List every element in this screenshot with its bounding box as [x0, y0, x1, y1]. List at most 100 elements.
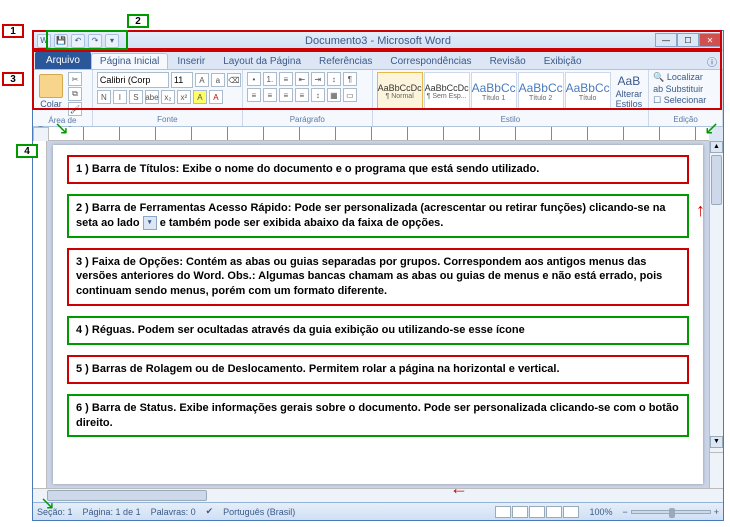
sort-icon[interactable]: ↕ — [327, 72, 341, 86]
status-words[interactable]: Palavras: 0 — [151, 507, 196, 517]
select-button[interactable]: ☐ Selecionar — [653, 95, 706, 106]
shrink-font-icon[interactable]: a — [211, 73, 225, 87]
tab-insert[interactable]: Inserir — [168, 53, 214, 69]
maximize-button[interactable]: ☐ — [677, 33, 699, 47]
scroll-up-icon[interactable]: ▲ — [710, 141, 723, 153]
multilevel-icon[interactable]: ≡ — [279, 72, 293, 86]
ribbon-tabs: Arquivo Página Inicial Inserir Layout da… — [33, 51, 723, 69]
style-heading2[interactable]: AaBbCcTítulo 2 — [518, 72, 564, 110]
italic-button[interactable]: I — [113, 90, 127, 104]
grow-font-icon[interactable]: A — [195, 73, 209, 87]
info-box-3: 3 ) Faixa de Opções: Contém as abas ou g… — [67, 248, 689, 307]
callout-1: 1 — [2, 24, 24, 38]
vscroll-thumb[interactable] — [711, 155, 722, 205]
show-marks-icon[interactable]: ¶ — [343, 72, 357, 86]
help-icon[interactable]: ⓘ — [707, 54, 717, 69]
clear-format-icon[interactable]: ⌫ — [227, 73, 241, 87]
view-outline-icon[interactable] — [546, 506, 562, 518]
browse-object-nav[interactable] — [710, 452, 723, 488]
status-bar[interactable]: Seção: 1 Página: 1 de 1 Palavras: 0 ✔ Po… — [33, 502, 723, 520]
group-paragraph: • 1. ≡ ⇤ ⇥ ↕ ¶ ≡ ≡ ≡ ≡ ↕ ▦ ▭ P — [243, 70, 373, 126]
status-spellcheck-icon[interactable]: ✔ — [206, 506, 214, 517]
shading-icon[interactable]: ▦ — [327, 88, 341, 102]
highlight-icon[interactable]: A — [193, 90, 207, 104]
view-draft-icon[interactable] — [563, 506, 579, 518]
horizontal-scrollbar[interactable] — [33, 489, 723, 502]
zoom-in-icon[interactable]: + — [714, 507, 719, 517]
align-justify-icon[interactable]: ≡ — [295, 88, 309, 102]
info-box-2: 2 ) Barra de Ferramentas Acesso Rápido: … — [67, 194, 689, 238]
word-window: W 💾 ↶ ↷ ▾ Documento3 - Microsoft Word — … — [32, 30, 724, 521]
style-title[interactable]: AaBbCcTítulo — [565, 72, 611, 110]
cut-icon[interactable]: ✂ — [68, 72, 82, 86]
arrow-vscroll: ↑ — [696, 200, 705, 221]
replace-button[interactable]: ab Substituir — [653, 84, 703, 94]
info-box-6: 6 ) Barra de Status. Exibe informações g… — [67, 394, 689, 438]
window-title: Documento3 - Microsoft Word — [33, 35, 723, 47]
align-left-icon[interactable]: ≡ — [247, 88, 261, 102]
vertical-ruler[interactable] — [33, 141, 47, 488]
arrow-hscroll: ← — [450, 478, 468, 499]
copy-icon[interactable]: ⧉ — [68, 87, 82, 101]
hscroll-thumb[interactable] — [47, 490, 207, 501]
indent-inc-icon[interactable]: ⇥ — [311, 72, 325, 86]
tab-layout[interactable]: Layout da Página — [214, 53, 310, 69]
group-font: Calibri (Corp 11 A a ⌫ N I S abe x₂ x² A… — [93, 70, 243, 126]
style-gallery[interactable]: AaBbCcDc¶ Normal AaBbCcDc¶ Sem Esp... Aa… — [377, 72, 611, 110]
style-normal[interactable]: AaBbCcDc¶ Normal — [377, 72, 423, 110]
tab-view[interactable]: Exibição — [535, 53, 591, 69]
font-family-combo[interactable]: Calibri (Corp — [97, 72, 169, 88]
arrow-ruler-toggle: ↙ — [704, 118, 719, 139]
info-box-5: 5 ) Barras de Rolagem ou de Deslocamento… — [67, 355, 689, 384]
numbering-icon[interactable]: 1. — [263, 72, 277, 86]
view-fullscreen-icon[interactable] — [512, 506, 528, 518]
status-language[interactable]: Português (Brasil) — [223, 507, 295, 517]
info-box-1: 1 ) Barra de Títulos: Exibe o nome do do… — [67, 155, 689, 184]
tab-review[interactable]: Revisão — [481, 53, 535, 69]
zoom-track[interactable] — [631, 510, 711, 514]
align-right-icon[interactable]: ≡ — [279, 88, 293, 102]
view-buttons[interactable] — [495, 506, 579, 518]
scroll-down-icon[interactable]: ▼ — [710, 436, 723, 448]
zoom-out-icon[interactable]: − — [622, 507, 627, 517]
indent-dec-icon[interactable]: ⇤ — [295, 72, 309, 86]
horizontal-scrollbar-row — [33, 488, 723, 502]
bold-button[interactable]: N — [97, 90, 111, 104]
zoom-slider[interactable]: − + — [622, 507, 719, 517]
view-web-icon[interactable] — [529, 506, 545, 518]
horizontal-ruler[interactable] — [47, 127, 709, 141]
close-button[interactable]: ✕ — [699, 33, 721, 47]
tab-references[interactable]: Referências — [310, 53, 381, 69]
format-painter-icon[interactable]: 🖌 — [68, 102, 82, 116]
document-page[interactable]: 1 ) Barra de Títulos: Exibe o nome do do… — [53, 145, 703, 484]
vertical-scrollbar[interactable]: ▲ ▼ — [709, 141, 723, 488]
borders-icon[interactable]: ▭ — [343, 88, 357, 102]
ribbon: Colar ✂ ⧉ 🖌 Área de Transferência Calibr… — [33, 69, 723, 127]
font-color-icon[interactable]: A — [209, 90, 223, 104]
title-bar: W 💾 ↶ ↷ ▾ Documento3 - Microsoft Word — … — [33, 31, 723, 51]
find-button[interactable]: 🔍 Localizar — [653, 72, 703, 83]
dropdown-icon: ▾ — [143, 216, 157, 230]
minimize-button[interactable]: — — [655, 33, 677, 47]
arrow-status: ↘ — [40, 493, 55, 514]
subscript-button[interactable]: x₂ — [161, 90, 175, 104]
font-size-combo[interactable]: 11 — [171, 72, 193, 88]
style-heading1[interactable]: AaBbCcTítulo 1 — [471, 72, 517, 110]
paste-button[interactable]: Colar — [37, 72, 65, 111]
align-center-icon[interactable]: ≡ — [263, 88, 277, 102]
line-spacing-icon[interactable]: ↕ — [311, 88, 325, 102]
superscript-button[interactable]: x² — [177, 90, 191, 104]
change-styles-button[interactable]: AaB Alterar Estilos — [614, 72, 645, 111]
bullets-icon[interactable]: • — [247, 72, 261, 86]
tab-mailings[interactable]: Correspondências — [381, 53, 480, 69]
window-controls: — ☐ ✕ — [655, 33, 721, 47]
status-page[interactable]: Página: 1 de 1 — [83, 507, 141, 517]
style-nospacing[interactable]: AaBbCcDc¶ Sem Esp... — [424, 72, 470, 110]
zoom-level[interactable]: 100% — [589, 507, 612, 517]
strike-button[interactable]: abe — [145, 90, 159, 104]
paste-icon — [39, 74, 63, 98]
tab-file[interactable]: Arquivo — [35, 51, 91, 69]
view-print-layout-icon[interactable] — [495, 506, 511, 518]
underline-button[interactable]: S — [129, 90, 143, 104]
tab-home[interactable]: Página Inicial — [91, 53, 168, 69]
